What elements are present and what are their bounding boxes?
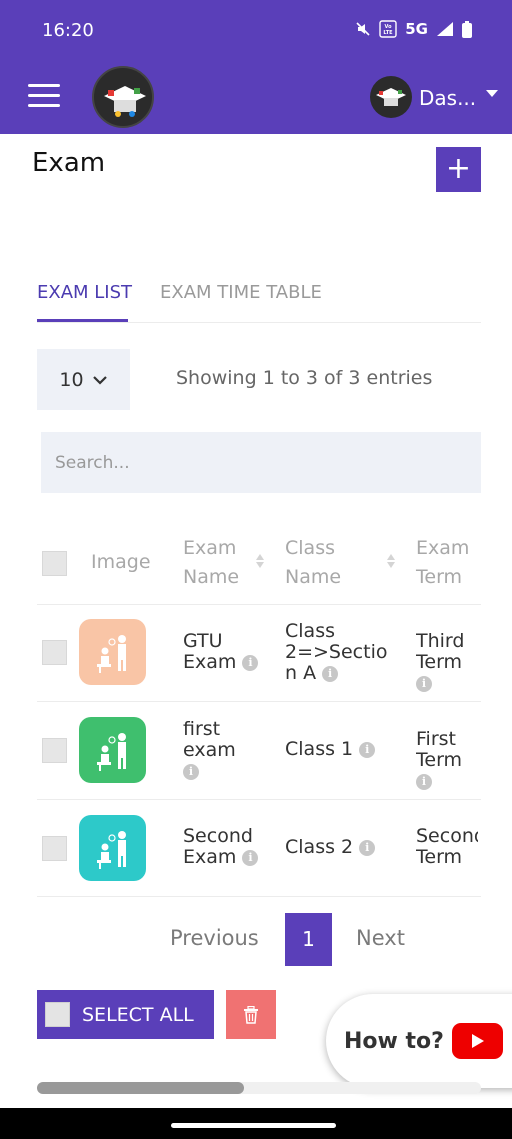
column-header-exam-name[interactable]: Exam Name: [183, 534, 253, 592]
user-name[interactable]: Das...: [419, 86, 476, 110]
exam-thumbnail: [79, 619, 146, 685]
signal-icon: [437, 22, 453, 36]
exam-term-cell: Second Term: [416, 826, 478, 868]
svg-text:LTE: LTE: [384, 30, 394, 36]
info-icon[interactable]: i: [322, 665, 339, 682]
page-size-select[interactable]: 10: [37, 349, 130, 410]
exam-name-cell: first exam i: [183, 718, 236, 780]
page-number-button[interactable]: 1: [285, 913, 332, 966]
user-avatar[interactable]: [370, 76, 412, 118]
battery-icon: [462, 20, 472, 38]
info-icon[interactable]: i: [242, 654, 259, 671]
trash-icon: [244, 1005, 258, 1024]
column-header-image: Image: [91, 551, 151, 573]
sort-icon[interactable]: [255, 552, 265, 570]
select-all-checkbox[interactable]: [45, 1002, 70, 1027]
scrollbar-thumb[interactable]: [37, 1082, 244, 1094]
class-name-cell: Class 2 i: [285, 837, 395, 858]
how-to-label: How to?: [344, 1028, 444, 1054]
chevron-down-icon[interactable]: [486, 90, 498, 97]
chevron-down-icon: [92, 375, 107, 385]
exam-term-cell: Third Term i: [416, 631, 465, 692]
search-input[interactable]: [41, 432, 481, 493]
how-to-help-button[interactable]: How to?: [326, 994, 512, 1088]
info-icon[interactable]: i: [183, 763, 199, 780]
previous-page-button[interactable]: Previous: [170, 926, 259, 950]
class-name-cell: Class 1 i: [285, 739, 395, 760]
exam-term-cell: First Term i: [416, 729, 463, 790]
select-all-rows-checkbox[interactable]: [42, 551, 67, 576]
row-divider: [37, 701, 481, 702]
volte-icon: VoLTE: [379, 20, 397, 38]
info-icon[interactable]: i: [242, 849, 259, 866]
info-icon[interactable]: i: [416, 773, 432, 790]
page-size-value: 10: [59, 368, 84, 391]
school-logo[interactable]: [92, 66, 154, 128]
youtube-icon: [451, 1023, 503, 1059]
delete-button[interactable]: [226, 990, 276, 1039]
tab-divider: [37, 322, 481, 323]
exam-thumbnail: [79, 815, 146, 881]
select-all-label: SELECT ALL: [82, 1003, 194, 1026]
mute-icon: [356, 22, 370, 36]
home-gesture-handle[interactable]: [171, 1123, 336, 1128]
sort-icon[interactable]: [386, 552, 396, 570]
select-all-button[interactable]: SELECT ALL: [37, 990, 214, 1039]
row-divider: [37, 799, 481, 800]
menu-icon[interactable]: [28, 84, 60, 110]
row-divider: [37, 604, 481, 605]
status-time: 16:20: [42, 20, 94, 41]
next-page-button[interactable]: Next: [356, 926, 405, 950]
class-name-cell: Class 2=>Section A i: [285, 620, 388, 684]
active-tab-indicator: [37, 319, 128, 322]
column-header-class-name[interactable]: Class Name: [285, 534, 365, 592]
network-type: 5G: [405, 20, 428, 38]
info-icon[interactable]: i: [416, 675, 432, 692]
tab-exam-time-table[interactable]: EXAM TIME TABLE: [160, 282, 322, 303]
add-exam-button[interactable]: +: [436, 147, 481, 192]
row-checkbox[interactable]: [42, 640, 67, 665]
row-checkbox[interactable]: [42, 836, 67, 861]
status-icons: Vo LTE 5G: [355, 20, 472, 38]
page-title: Exam: [32, 148, 106, 178]
info-icon[interactable]: i: [359, 839, 376, 856]
tab-exam-list[interactable]: EXAM LIST: [37, 282, 132, 303]
entries-info: Showing 1 to 3 of 3 entries: [176, 367, 433, 389]
exam-name-cell: GTU Exam i: [183, 631, 273, 673]
row-divider: [37, 896, 481, 897]
row-checkbox[interactable]: [42, 738, 67, 763]
column-header-exam-term[interactable]: Exam Term: [416, 534, 476, 592]
exam-thumbnail: [79, 717, 146, 783]
exam-name-cell: Second Exam i: [183, 826, 273, 868]
info-icon[interactable]: i: [359, 741, 376, 758]
